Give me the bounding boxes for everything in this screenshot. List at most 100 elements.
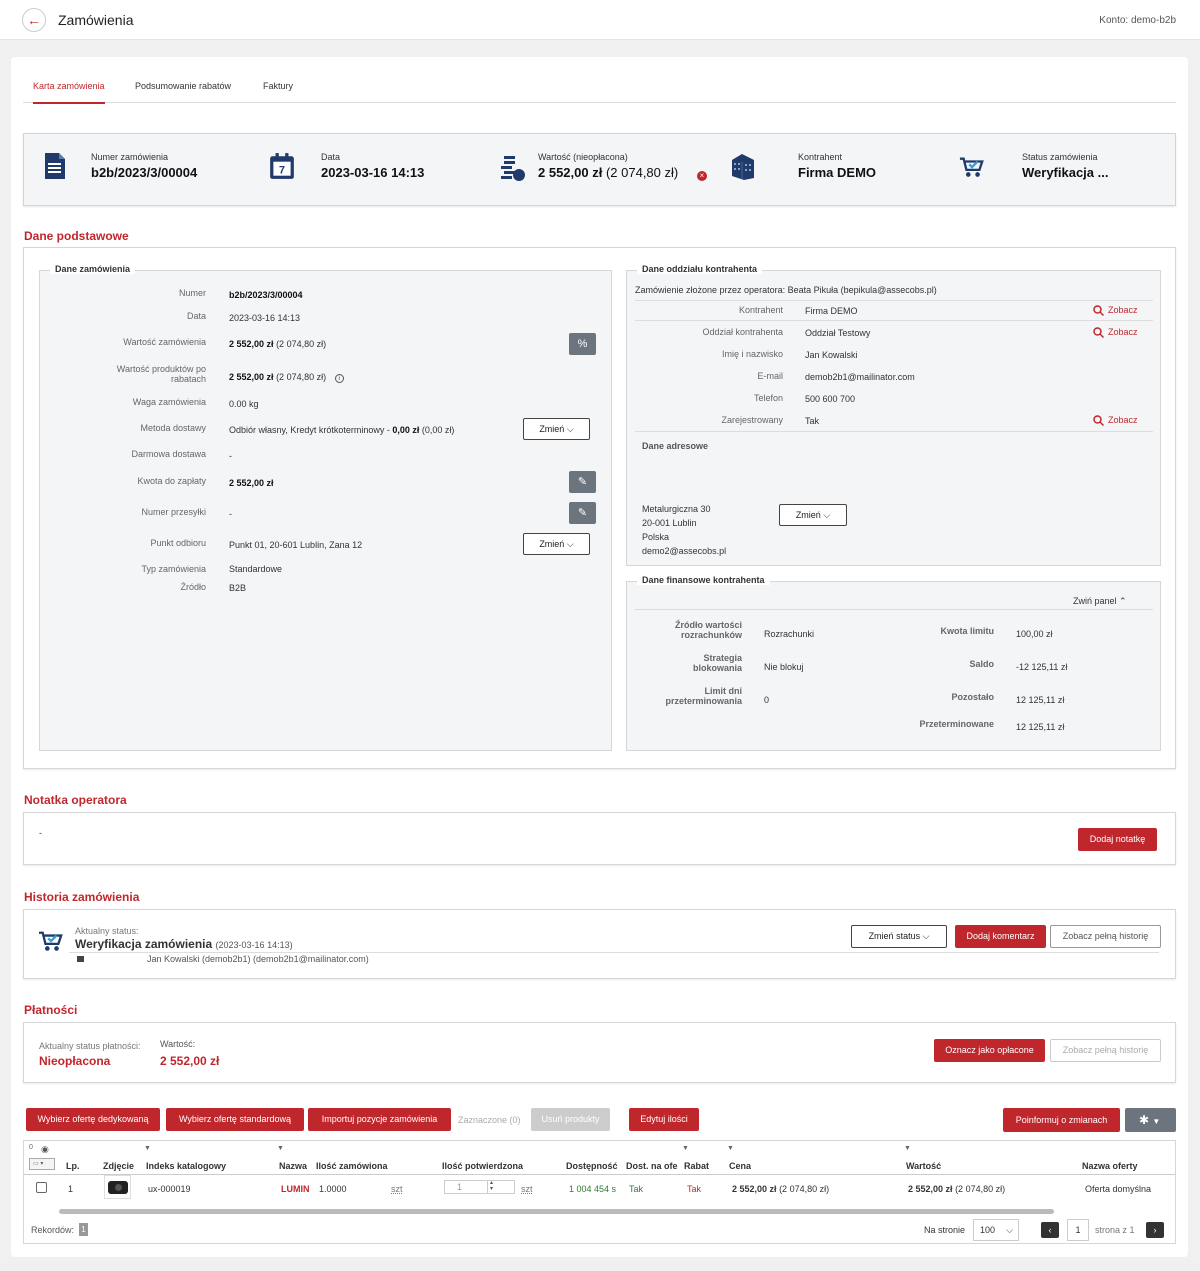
filter-icon[interactable]: ▼ (727, 1145, 734, 1152)
horizontal-scrollbar[interactable] (59, 1209, 1054, 1214)
address-country: Polska (642, 532, 670, 542)
discount-percent-button[interactable]: % (569, 333, 596, 355)
change-address-button[interactable]: Zmień ⌵ (779, 504, 847, 526)
order-type: Standardowe (229, 564, 283, 574)
edit-shipment-button[interactable]: ✎ (569, 502, 596, 524)
select-all-dropdown[interactable]: ▭ ▾ (29, 1158, 55, 1170)
branch-data-fieldset: Dane oddziału kontrahenta Zamówienie zło… (626, 264, 1161, 566)
prev-page-button[interactable]: ‹ (1041, 1222, 1059, 1238)
order-data-title: Dane zamówienia (50, 264, 136, 274)
info-icon[interactable]: i (334, 374, 344, 383)
row-name[interactable]: LUMIN (281, 1184, 311, 1194)
mark-paid-button[interactable]: Oznacz jako opłacone (934, 1039, 1045, 1062)
choose-standard-offer-button[interactable]: Wybierz ofertę standardową (166, 1108, 304, 1131)
col-offer-name[interactable]: Nazwa oferty (1082, 1161, 1138, 1171)
add-comment-button[interactable]: Dodaj komentarz (955, 925, 1046, 948)
payments-title: Płatności (24, 1003, 78, 1017)
search-icon (1093, 415, 1105, 427)
col-lp[interactable]: Lp. (66, 1161, 80, 1171)
payment-status: Nieopłacona (39, 1054, 111, 1068)
date-value: 2023-03-16 14:13 (321, 165, 425, 180)
document-icon (45, 153, 65, 179)
order-summary-bar: Numer zamówienia b2b/2023/3/00004 7 Data 2… (23, 133, 1176, 206)
back-arrow-icon[interactable]: ← (22, 8, 46, 32)
col-qty-ordered[interactable]: Ilość zamówiona (316, 1161, 388, 1171)
stepper-arrows-icon[interactable]: ▴ ▾ (490, 1180, 493, 1192)
pickup-point-label: Punkt odbioru (150, 538, 206, 548)
row-price-gross: (2 074,80 zł) (779, 1184, 830, 1194)
filter-icon[interactable]: ▼ (904, 1145, 911, 1152)
block-strategy: Nie blokuj (764, 662, 804, 672)
order-value-label: Wartość zamówienia (123, 337, 206, 347)
payment-history-button: Zobacz pełną historię (1050, 1039, 1161, 1062)
inform-changes-button[interactable]: Poinformuj o zmianach (1003, 1108, 1120, 1132)
see-contractor-link[interactable]: Zobacz (1093, 305, 1138, 317)
chevron-up-icon: ⌃ (1119, 596, 1127, 606)
col-value[interactable]: Wartość (906, 1161, 941, 1171)
history-title: Historia zamówienia (24, 890, 140, 904)
page-input[interactable]: 1 (1067, 1219, 1089, 1241)
block-strategy-label: Strategia blokowania (692, 653, 742, 673)
edit-quantities-button[interactable]: Edytuj ilości (629, 1108, 699, 1131)
address-city: 20-001 Lublin (642, 518, 697, 528)
eye-icon[interactable]: ◉ (41, 1144, 49, 1155)
filter-icon[interactable]: ▼ (277, 1145, 284, 1152)
see-registered-link[interactable]: Zobacz (1093, 415, 1138, 427)
col-photo[interactable]: Zdjęcie (103, 1161, 134, 1171)
change-status-button[interactable]: Zmień status ⌵ (851, 925, 947, 948)
qty-confirmed-stepper[interactable]: 1 ▴ ▾ (444, 1180, 515, 1194)
product-photo[interactable] (104, 1175, 131, 1199)
per-page-select[interactable]: 100 ⌵ (973, 1219, 1019, 1241)
next-page-button[interactable]: › (1146, 1222, 1164, 1238)
pencil-icon: ✎ (577, 507, 588, 519)
operator-info: Zamówienie złożone przez operatora: Beat… (635, 285, 937, 295)
balance: -12 125,11 zł (1016, 662, 1068, 672)
filter-icon[interactable]: ▼ (682, 1145, 689, 1152)
row-value-gross: (2 074,80 zł) (955, 1184, 1006, 1194)
row-price: 2 552,00 zł (732, 1184, 777, 1194)
change-pickup-button[interactable]: Zmień ⌵ (523, 533, 590, 555)
chevron-down-icon: ⌵ (566, 424, 574, 434)
tab-discount-summary[interactable]: Podsumowanie rabatów (135, 81, 231, 91)
settings-dropdown-button[interactable]: ✱ ▼ (1125, 1108, 1176, 1132)
row-checkbox[interactable] (36, 1182, 47, 1193)
change-delivery-button[interactable]: Zmień ⌵ (523, 418, 590, 440)
tab-invoices[interactable]: Faktury (263, 81, 293, 91)
status-label: Status zamówienia (1022, 152, 1098, 162)
overdue-label: Przeterminowane (919, 719, 994, 729)
chevron-down-icon: ⌵ (922, 931, 930, 941)
registered-label: Zarejestrowany (721, 415, 783, 425)
svg-text:7: 7 (279, 165, 285, 177)
choose-dedicated-offer-button[interactable]: Wybierz ofertę dedykowaną (26, 1108, 160, 1131)
import-positions-button[interactable]: Importuj pozycje zamówienia (308, 1108, 451, 1131)
filter-icon[interactable]: ▼ (144, 1145, 151, 1152)
col-qty-confirmed[interactable]: Ilość potwierdzona (442, 1161, 523, 1171)
order-number-value: b2b/2023/3/00004 (91, 165, 198, 180)
tab-order-card[interactable]: Karta zamówienia (33, 81, 105, 104)
order-number-label: Numer zamówienia (91, 152, 169, 162)
contractor-value: Firma DEMO (798, 165, 877, 180)
col-offer-availability[interactable]: Dost. na ofe (626, 1161, 680, 1171)
collapse-panel-link[interactable]: Zwiń panel ⌃ (1073, 596, 1127, 607)
row-value: 2 552,00 zł (908, 1184, 953, 1194)
full-history-button[interactable]: Zobacz pełną historię (1050, 925, 1161, 948)
building-icon (732, 154, 754, 180)
edit-amount-button[interactable]: ✎ (569, 471, 596, 493)
see-branch-link[interactable]: Zobacz (1093, 327, 1138, 339)
account-label: Konto: demo-b2b (1099, 15, 1176, 26)
col-index[interactable]: Indeks katalogowy (146, 1161, 226, 1171)
col-discount[interactable]: Rabat (684, 1161, 709, 1171)
order-data-fieldset: Dane zamówienia Numer b2b/2023/3/00004 D… (39, 264, 612, 751)
col-price[interactable]: Cena (729, 1161, 751, 1171)
add-note-button[interactable]: Dodaj notatkę (1078, 828, 1157, 851)
remaining: 12 125,11 zł (1016, 695, 1065, 705)
delivery-cost-gross: (0,00 zł) (419, 425, 455, 435)
col-name[interactable]: Nazwa (279, 1161, 307, 1171)
current-status: Weryfikacja zamówienia (75, 937, 213, 951)
email-value: demob2b1@mailinator.com (805, 372, 915, 382)
order-date-label: Data (186, 311, 206, 321)
row-qty-ordered: 1.0000 (319, 1184, 347, 1194)
col-availability[interactable]: Dostępność (566, 1161, 621, 1171)
tab-bar: Karta zamówienia Podsumowanie rabatów Fa… (23, 69, 1176, 104)
value-gross: (2 074,80 zł) (605, 165, 679, 180)
